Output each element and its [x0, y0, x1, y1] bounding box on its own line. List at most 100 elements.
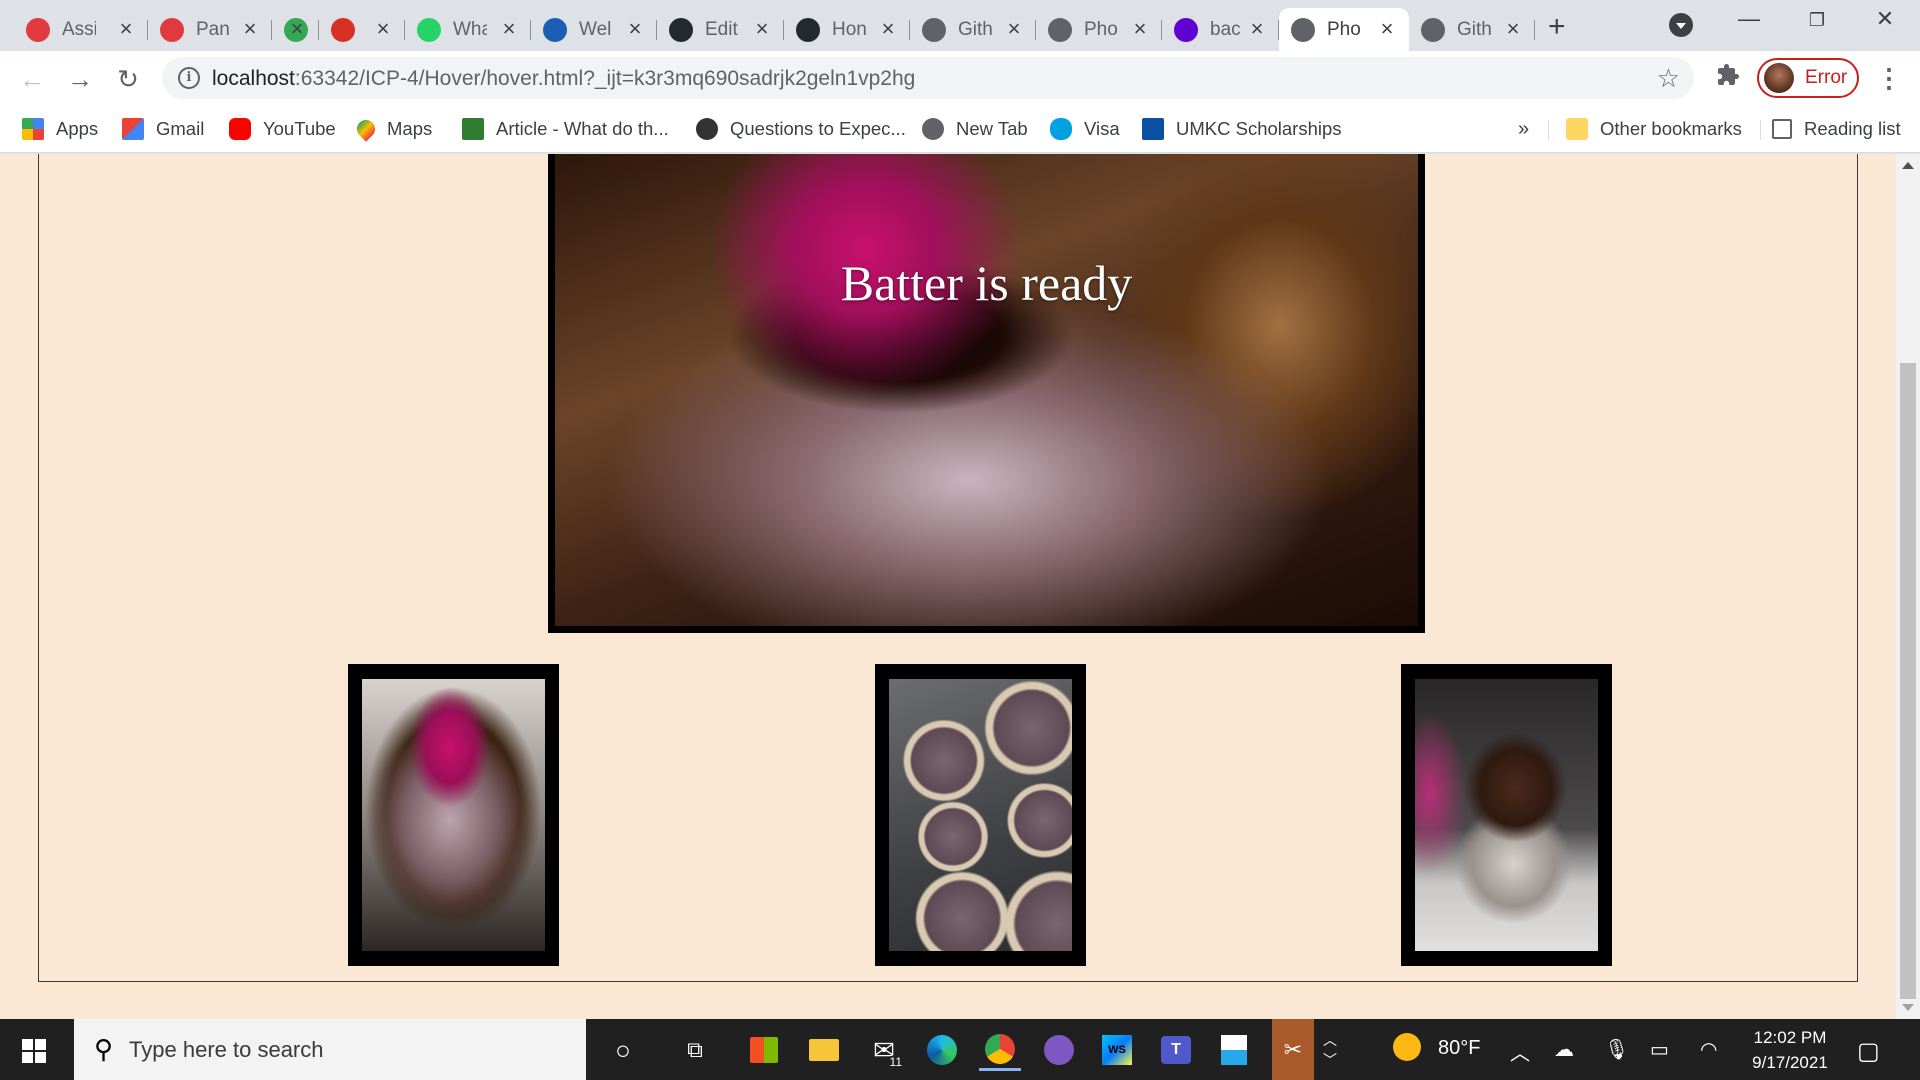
chrome-icon[interactable] [979, 1029, 1021, 1071]
reload-button[interactable]: ↻ [112, 63, 144, 95]
tab-title: Gith [1457, 18, 1491, 40]
edge-icon[interactable] [921, 1029, 963, 1071]
new-tab-button[interactable]: + [1548, 12, 1566, 42]
thumbnail-batter[interactable] [348, 664, 559, 966]
github-desktop-icon[interactable] [1038, 1029, 1080, 1071]
tab-9[interactable]: Pho × [1036, 8, 1162, 51]
reading-list-label: Reading list [1804, 118, 1901, 139]
bookmark-star-icon[interactable]: ☆ [1657, 63, 1680, 94]
teams-icon[interactable]: T [1155, 1029, 1197, 1071]
tab-4[interactable]: Wha × [405, 8, 531, 51]
bookmark-6[interactable]: New Tab [922, 114, 1028, 144]
reading-list-button[interactable]: Reading list [1772, 114, 1901, 144]
scroll-down-arrow-icon[interactable] [1902, 1004, 1914, 1011]
bookmark-5[interactable]: Questions to Expec... [696, 114, 906, 144]
file-explorer-icon[interactable] [803, 1029, 845, 1071]
address-bar[interactable]: i localhost:63342/ICP-4/Hover/hover.html… [162, 57, 1694, 99]
tab-close-icon[interactable]: × [1501, 17, 1525, 41]
thumbnail-frosted-cupcake[interactable] [1401, 664, 1612, 966]
taskbar-overflow-arrows[interactable]: ︿ ﹀ [1320, 1029, 1340, 1071]
notification-center-icon[interactable]: ▢ [1857, 1037, 1880, 1066]
tab-title: Wel [579, 18, 612, 40]
close-window-button[interactable]: ✕ [1865, 6, 1905, 32]
tab-7[interactable]: Hon × [784, 8, 910, 51]
cortana-circle-icon[interactable]: ○ [602, 1029, 644, 1071]
scroll-up-arrow-icon[interactable] [1902, 162, 1914, 169]
bookmarks-overflow-button[interactable]: » [1518, 114, 1529, 144]
tab-search-button[interactable] [1669, 13, 1693, 37]
tab-10[interactable]: bac × [1162, 8, 1279, 51]
apps-grid-icon [22, 118, 44, 140]
tab-close-icon[interactable]: × [876, 17, 900, 41]
tab-title: bac [1210, 18, 1241, 40]
taskbar-search-box[interactable]: ⚲ Type here to search [74, 1019, 586, 1080]
vertical-scrollbar[interactable] [1896, 154, 1920, 1019]
tab-close-icon[interactable]: × [238, 17, 262, 41]
tab-separator [1534, 20, 1535, 40]
system-clock[interactable]: 12:02 PM 9/17/2021 [1740, 1025, 1840, 1075]
task-view-icon[interactable]: ⧉ [674, 1029, 716, 1071]
bookmark-2[interactable]: YouTube [229, 114, 336, 144]
tab-1[interactable]: Pan × [148, 8, 272, 51]
bookmark-0[interactable]: Apps [22, 114, 98, 144]
hero-caption: Batter is ready [840, 255, 1133, 311]
tab-close-icon[interactable]: × [371, 17, 395, 41]
bookmark-4[interactable]: Article - What do th... [462, 114, 669, 144]
tab-close-icon[interactable]: × [285, 17, 309, 41]
tab-11[interactable]: Pho × [1279, 8, 1409, 51]
tab-6[interactable]: Edit × [657, 8, 784, 51]
scrollbar-thumb[interactable] [1900, 363, 1916, 999]
bookmark-3[interactable]: Maps [353, 114, 433, 144]
back-button[interactable]: ← [16, 63, 48, 95]
tab-12[interactable]: Gith × [1409, 8, 1535, 51]
extensions-puzzle-icon[interactable] [1716, 63, 1740, 94]
restore-button[interactable]: ❐ [1797, 10, 1837, 31]
webstorm-icon[interactable]: WS [1096, 1029, 1138, 1071]
tab-close-icon[interactable]: × [1375, 17, 1399, 41]
forward-button[interactable]: → [64, 63, 96, 95]
site-info-icon[interactable]: i [178, 67, 200, 89]
hero-image-frame[interactable]: Batter is ready [548, 154, 1425, 633]
battery-icon[interactable]: ▭ [1650, 1037, 1669, 1062]
minimize-button[interactable]: — [1729, 6, 1769, 32]
tab-8[interactable]: Gith × [910, 8, 1036, 51]
tab-close-icon[interactable]: × [1002, 17, 1026, 41]
tab-title: Pho [1084, 18, 1118, 40]
tab-title: Wha [453, 18, 487, 40]
tab-close-icon[interactable]: × [1128, 17, 1152, 41]
microphone-icon[interactable]: 🎙 [1604, 1037, 1629, 1062]
bookmarks-bar: Apps Gmail YouTube Maps Article - What do th… [0, 106, 1920, 153]
tab-5[interactable]: Wel × [531, 8, 657, 51]
store-icon[interactable] [743, 1029, 785, 1071]
globe-icon [922, 17, 946, 42]
show-hidden-icons-chevron-icon[interactable]: ︿ [1510, 1037, 1530, 1066]
bookmark-7[interactable]: Visa [1050, 114, 1120, 144]
bookmark-1[interactable]: Gmail [122, 114, 204, 144]
bookmark-8[interactable]: UMKC Scholarships [1142, 114, 1342, 144]
tab-2[interactable]: × [272, 8, 319, 51]
kebab-menu-icon[interactable]: ⋮ [1876, 63, 1902, 93]
tab-close-icon[interactable]: × [1245, 17, 1269, 41]
mail-icon[interactable]: ✉ 11 [863, 1029, 905, 1071]
thumbnail-cupcake-tin[interactable] [875, 664, 1086, 966]
tab-close-icon[interactable]: × [114, 17, 138, 41]
weather-sun-icon[interactable] [1393, 1033, 1421, 1061]
globe-icon [1048, 17, 1072, 42]
tab-0[interactable]: Assi × [14, 8, 148, 51]
weather-temperature[interactable]: 80°F [1438, 1037, 1480, 1060]
umkc-icon [1142, 118, 1164, 140]
onedrive-cloud-icon[interactable]: ☁ [1554, 1037, 1574, 1062]
tab-close-icon[interactable]: × [497, 17, 521, 41]
bookmarks-divider [1548, 120, 1549, 140]
tab-3[interactable]: × [319, 8, 405, 51]
url-text[interactable]: localhost:63342/ICP-4/Hover/hover.html?_… [212, 67, 915, 91]
tab-close-icon[interactable]: × [750, 17, 774, 41]
wifi-icon[interactable]: ◠ [1700, 1037, 1717, 1062]
profile-button[interactable]: Error [1757, 58, 1859, 98]
windows-start-icon[interactable] [22, 1039, 46, 1063]
tab-close-icon[interactable]: × [623, 17, 647, 41]
other-bookmarks-button[interactable]: Other bookmarks [1566, 114, 1742, 144]
bookmark-label: Maps [387, 118, 433, 139]
snipping-tool-icon[interactable]: ✂ [1272, 1019, 1314, 1080]
onedrive-file-icon[interactable] [1213, 1029, 1255, 1071]
